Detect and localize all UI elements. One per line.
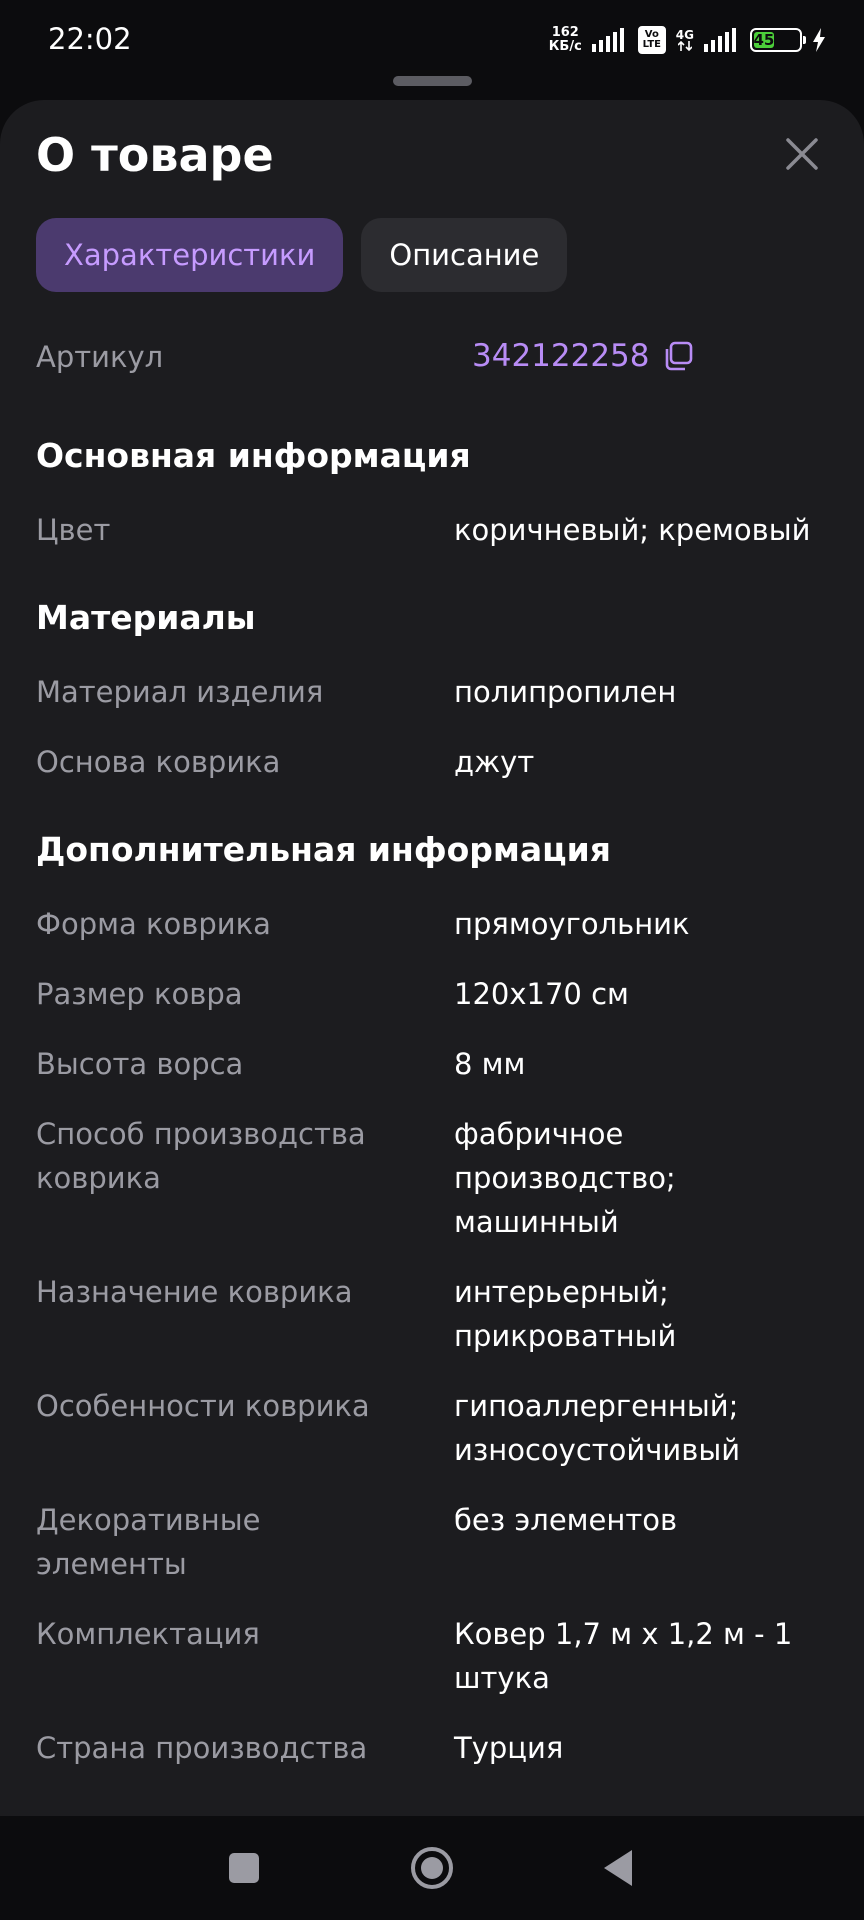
battery-percent: 45 <box>753 31 775 49</box>
charging-icon <box>813 28 825 52</box>
sheet-title: О товаре <box>36 128 274 182</box>
spec-value: фабричное производство; машинный <box>454 1117 676 1239</box>
volte-bottom: LTE <box>642 39 661 50</box>
network-speed-value: 162 <box>551 25 579 40</box>
battery-icon: 45 <box>750 28 806 52</box>
spec-value: коричневый; кремовый <box>454 513 811 547</box>
copy-icon[interactable] <box>662 340 694 372</box>
article-value[interactable]: 342122258 <box>472 338 694 374</box>
article-label: Артикул <box>36 340 164 374</box>
triangle-back-icon <box>604 1850 632 1886</box>
volte-icon: Vo LTE <box>637 26 666 54</box>
spec-label: Способ производства коврика <box>36 1117 366 1195</box>
article-number[interactable]: 342122258 <box>472 338 650 374</box>
close-icon <box>786 138 818 170</box>
spec-value: джут <box>454 745 535 779</box>
status-icons: 162 КБ/с Vo LTE 4G 45 <box>549 22 826 58</box>
spec-value: прямоугольник <box>454 907 690 941</box>
section-title-additional: Дополнительная информация <box>36 830 611 869</box>
spec-label: Страна производства <box>36 1731 368 1765</box>
nav-recents-button[interactable] <box>216 1840 272 1896</box>
system-nav-bar <box>0 1816 864 1920</box>
spec-label: Комплектация <box>36 1617 260 1651</box>
section-title-main: Основная информация <box>36 436 471 475</box>
data-arrows-icon <box>677 41 692 51</box>
signal-2-icon <box>704 28 736 52</box>
tabs: Характеристики Описание <box>36 218 568 292</box>
network-type: 4G <box>676 29 694 51</box>
network-type-label: 4G <box>675 28 694 42</box>
nav-back-button[interactable] <box>592 1840 648 1896</box>
spec-label: Особенности коврика <box>36 1389 370 1423</box>
spec-label: Основа коврика <box>36 745 281 779</box>
spec-value: гипоаллергенный; износоустойчивый <box>454 1389 741 1467</box>
square-icon <box>229 1853 259 1883</box>
spec-label: Декоративные элементы <box>36 1503 261 1581</box>
spec-label: Форма коврика <box>36 907 271 941</box>
spec-value: интерьерный; прикроватный <box>454 1275 677 1353</box>
spec-value: Ковер 1,7 м х 1,2 м - 1 штука <box>454 1617 793 1695</box>
status-bar: 22:02 162 КБ/с Vo LTE 4G 45 <box>0 0 864 80</box>
signal-icon <box>591 28 624 52</box>
spec-value: 8 мм <box>454 1047 526 1081</box>
status-time: 22:02 <box>48 22 132 56</box>
spec-value: без элементов <box>454 1503 678 1537</box>
spec-value: 120х170 см <box>454 977 629 1011</box>
spec-label: Цвет <box>36 513 111 547</box>
tab-description[interactable]: Описание <box>361 218 568 292</box>
network-speed: 162 КБ/с <box>549 26 582 54</box>
spec-value: Турция <box>454 1731 564 1765</box>
circle-icon <box>411 1847 453 1889</box>
battery-level: 45 <box>753 31 775 49</box>
spec-label: Материал изделия <box>36 675 324 709</box>
spec-value: полипропилен <box>454 675 677 709</box>
article-row: Артикул 342122258 <box>36 338 828 384</box>
spec-label: Высота ворса <box>36 1047 244 1081</box>
spec-label: Назначение коврика <box>36 1275 353 1309</box>
section-title-materials: Материалы <box>36 598 256 637</box>
sheet-drag-handle[interactable] <box>393 76 472 86</box>
close-button[interactable] <box>780 132 824 176</box>
tab-characteristics[interactable]: Характеристики <box>36 218 344 292</box>
network-speed-unit: КБ/с <box>548 39 582 54</box>
nav-home-button[interactable] <box>404 1840 460 1896</box>
spec-label: Размер ковра <box>36 977 243 1011</box>
